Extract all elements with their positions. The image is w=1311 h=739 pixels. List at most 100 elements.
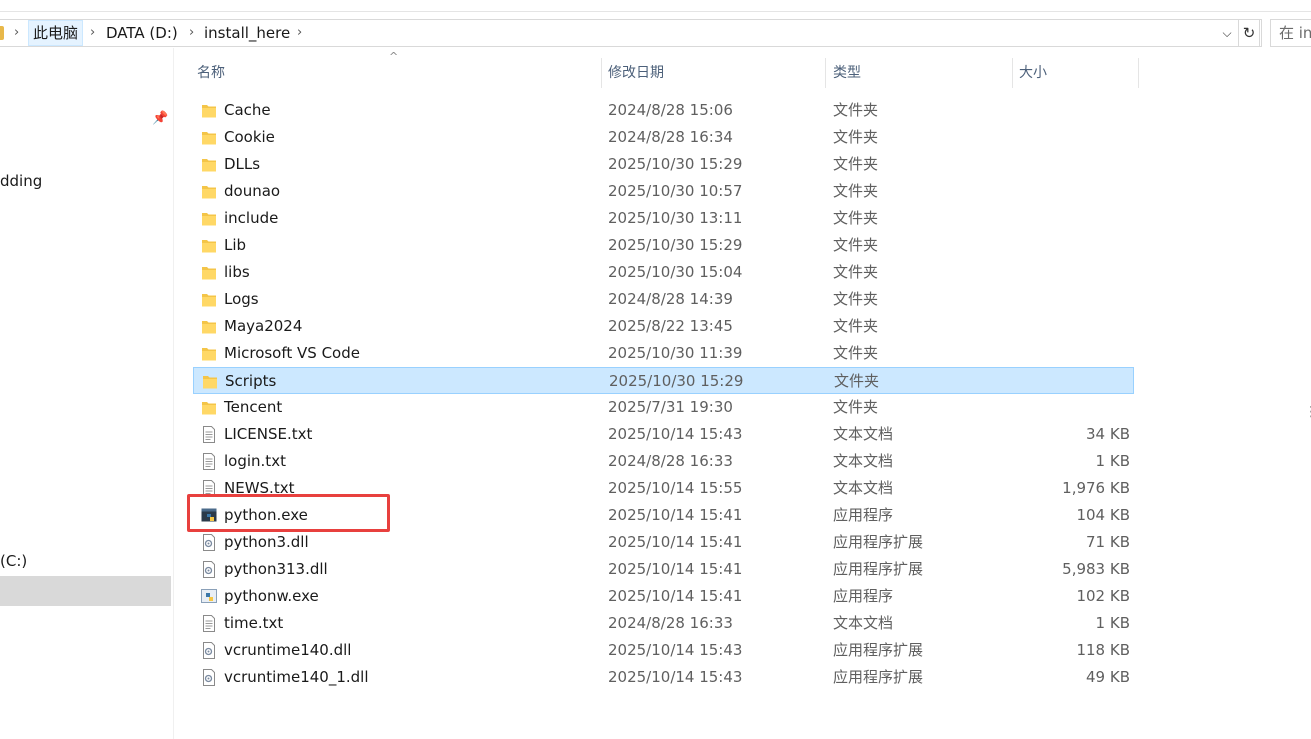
file-size: 71 KB [1086, 533, 1130, 551]
file-row[interactable]: time.txt 2024/8/28 16:33 文本文档 1 KB [193, 610, 1134, 637]
file-row[interactable]: login.txt 2024/8/28 16:33 文本文档 1 KB [193, 448, 1134, 475]
file-date: 2024/8/28 16:33 [608, 614, 733, 632]
file-name: python3.dll [224, 533, 309, 551]
file-date: 2025/10/30 10:57 [608, 182, 743, 200]
file-row[interactable]: Scripts 2025/10/30 15:29 文件夹 [193, 367, 1134, 394]
chevron-right-icon[interactable]: › [14, 20, 19, 46]
file-name: libs [224, 263, 250, 281]
file-row[interactable]: Lib 2025/10/30 15:29 文件夹 [193, 232, 1134, 259]
column-header-name[interactable]: 名称 [191, 58, 599, 88]
file-row[interactable]: NEWS.txt 2025/10/14 15:55 文本文档 1,976 KB [193, 475, 1134, 502]
file-type: 应用程序扩展 [833, 533, 924, 551]
nav-item-drive-c[interactable]: (C:) [0, 552, 27, 570]
file-size: 104 KB [1076, 506, 1130, 524]
text-file-icon [201, 480, 217, 497]
file-type: 文件夹 [833, 155, 879, 173]
file-row[interactable]: Logs 2024/8/28 14:39 文件夹 [193, 286, 1134, 313]
file-name: Lib [224, 236, 247, 254]
file-row[interactable]: Tencent 2025/7/31 19:30 文件夹 [193, 394, 1134, 421]
file-name: vcruntime140.dll [224, 641, 352, 659]
file-size: 49 KB [1086, 668, 1130, 686]
file-type: 应用程序扩展 [833, 641, 924, 659]
dll-file-icon [201, 534, 217, 551]
file-date: 2025/10/30 15:04 [608, 263, 743, 281]
chevron-right-icon[interactable]: › [90, 20, 95, 46]
file-name: include [224, 209, 279, 227]
file-name: NEWS.txt [224, 479, 295, 497]
refresh-button[interactable]: ↻ [1238, 19, 1260, 47]
navigation-pane[interactable]: 📌 dding (C:) [0, 48, 174, 739]
file-type: 文件夹 [833, 128, 879, 146]
file-row[interactable]: Cache 2024/8/28 15:06 文件夹 [193, 97, 1134, 124]
file-date: 2025/8/22 13:45 [608, 317, 733, 335]
file-row[interactable]: dounao 2025/10/30 10:57 文件夹 [193, 178, 1134, 205]
file-row[interactable]: DLLs 2025/10/30 15:29 文件夹 [193, 151, 1134, 178]
chevron-right-icon[interactable]: › [189, 20, 194, 46]
title-strip [0, 0, 1311, 12]
file-row[interactable]: LICENSE.txt 2025/10/14 15:43 文本文档 34 KB [193, 421, 1134, 448]
file-row[interactable]: pythonw.exe 2025/10/14 15:41 应用程序 102 KB [193, 583, 1134, 610]
file-row[interactable]: include 2025/10/30 13:11 文件夹 [193, 205, 1134, 232]
column-header-date[interactable]: 修改日期 [602, 58, 824, 88]
file-name: dounao [224, 182, 281, 200]
file-type: 应用程序 [833, 506, 894, 524]
nav-item-selected[interactable] [0, 576, 171, 606]
file-row[interactable]: Maya2024 2025/8/22 13:45 文件夹 [193, 313, 1134, 340]
pin-icon[interactable]: 📌 [152, 111, 168, 126]
file-type: 应用程序 [833, 587, 894, 605]
file-size: 5,983 KB [1062, 560, 1130, 578]
refresh-icon: ↻ [1242, 24, 1256, 42]
file-date: 2025/10/14 15:55 [608, 479, 743, 497]
folder-icon [202, 373, 218, 390]
folder-icon [201, 102, 217, 119]
file-date: 2024/8/28 15:06 [608, 101, 733, 119]
column-divider[interactable] [825, 58, 826, 88]
file-name: vcruntime140_1.dll [224, 668, 369, 686]
column-header-size[interactable]: 大小 [1013, 58, 1137, 88]
chevron-down-icon[interactable]: ⌵ [1218, 20, 1236, 46]
file-row[interactable]: vcruntime140_1.dll 2025/10/14 15:43 应用程序扩展… [193, 664, 1134, 691]
file-name: Cache [224, 101, 271, 119]
address-bar[interactable]: › 此电脑 › DATA (D:) › install_here › ⌵ [0, 19, 1262, 47]
folder-icon [201, 210, 217, 227]
file-name: python.exe [224, 506, 308, 524]
file-type: 文件夹 [833, 182, 879, 200]
file-type: 文本文档 [833, 479, 894, 497]
file-date: 2025/10/14 15:41 [608, 533, 743, 551]
breadcrumb-this-pc[interactable]: 此电脑 [28, 20, 84, 46]
file-name: Logs [224, 290, 259, 308]
breadcrumb-drive[interactable]: DATA (D:) [106, 20, 178, 46]
folder-icon [201, 345, 217, 362]
column-header-type[interactable]: 类型 [827, 58, 1011, 88]
search-input[interactable]: 在 in [1270, 19, 1311, 47]
file-row[interactable]: vcruntime140.dll 2025/10/14 15:43 应用程序扩展 11… [193, 637, 1134, 664]
column-divider[interactable] [1138, 58, 1139, 88]
file-type: 文件夹 [833, 290, 879, 308]
dll-file-icon [201, 669, 217, 686]
folder-icon [201, 156, 217, 173]
folder-icon [201, 183, 217, 200]
file-row[interactable]: Microsoft VS Code 2025/10/30 11:39 文件夹 [193, 340, 1134, 367]
file-date: 2025/10/14 15:43 [608, 641, 743, 659]
chevron-right-icon[interactable]: › [297, 20, 302, 46]
file-date: 2025/10/14 15:41 [608, 587, 743, 605]
breadcrumb-folder[interactable]: install_here [204, 20, 290, 46]
folder-icon [201, 264, 217, 281]
file-row[interactable]: Cookie 2024/8/28 16:34 文件夹 [193, 124, 1134, 151]
file-size: 1 KB [1095, 614, 1130, 632]
file-type: 文件夹 [833, 263, 879, 281]
folder-icon [201, 237, 217, 254]
file-date: 2025/10/14 15:43 [608, 668, 743, 686]
file-row[interactable]: libs 2025/10/30 15:04 文件夹 [193, 259, 1134, 286]
file-name: Scripts [225, 372, 277, 390]
file-row[interactable]: python3.dll 2025/10/14 15:41 应用程序扩展 71 KB [193, 529, 1134, 556]
file-name: Tencent [224, 398, 283, 416]
file-name: DLLs [224, 155, 261, 173]
file-type: 应用程序扩展 [833, 668, 924, 686]
file-row[interactable]: python313.dll 2025/10/14 15:41 应用程序扩展 5,983… [193, 556, 1134, 583]
folder-icon [201, 399, 217, 416]
folder-icon [201, 318, 217, 335]
folder-icon [201, 129, 217, 146]
file-row[interactable]: python.exe 2025/10/14 15:41 应用程序 104 KB [193, 502, 1134, 529]
nav-item-partial[interactable]: dding [0, 172, 42, 190]
